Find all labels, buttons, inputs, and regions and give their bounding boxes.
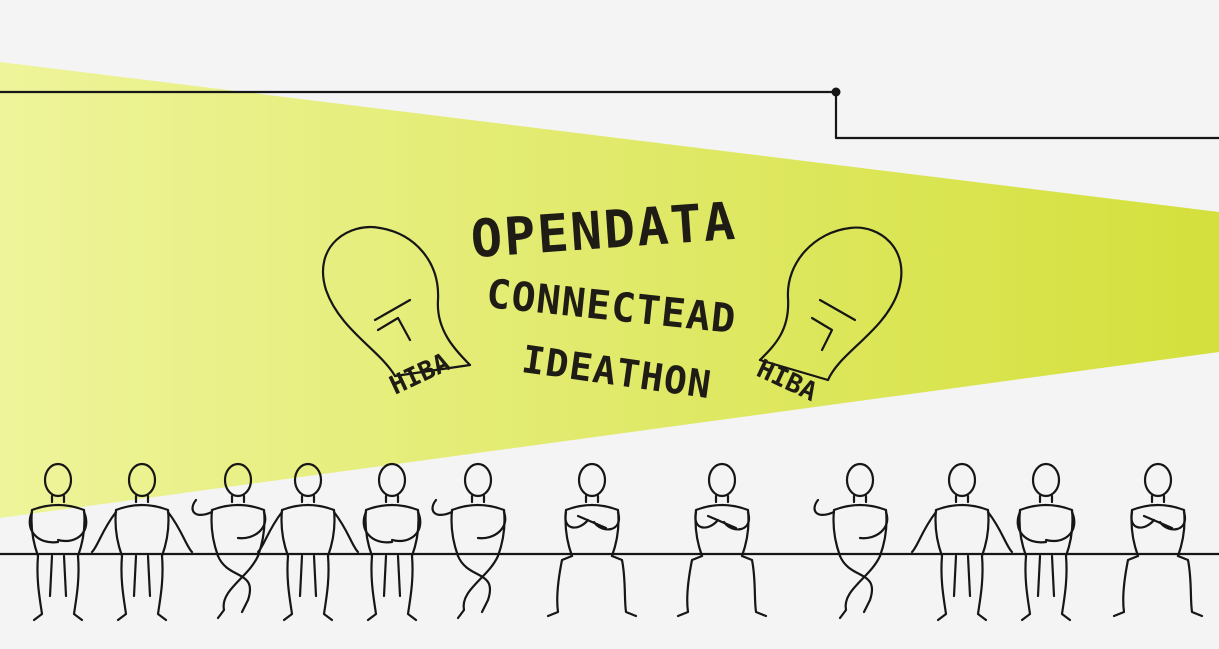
ideathon-banner: HIBA HIBA OPENDATA CONNECTEAD IDEATHON [0,0,1219,649]
person-8 [676,462,768,618]
person-6 [431,462,507,620]
banner-illustration: HIBA HIBA OPENDATA CONNECTEAD IDEATHON [0,62,1219,622]
person-10 [910,462,1014,622]
person-5 [362,462,422,622]
person-9 [813,462,889,620]
person-12 [1112,462,1204,618]
person-7 [546,462,638,618]
person-11 [1016,462,1076,622]
person-4 [256,462,360,622]
